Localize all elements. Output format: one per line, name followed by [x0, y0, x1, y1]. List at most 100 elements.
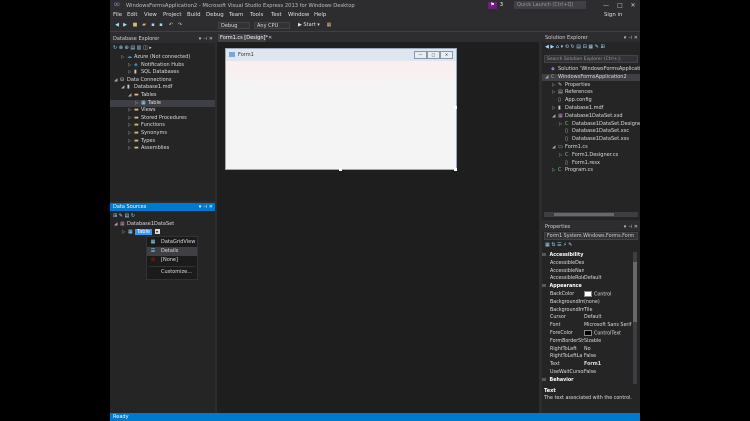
- notification-flag-icon[interactable]: ⚑: [488, 2, 497, 9]
- property-value[interactable]: False: [584, 354, 596, 359]
- solution-search-input[interactable]: Search Solution Explorer (Ctrl+;): [544, 55, 638, 63]
- database-tree-item[interactable]: ▷ ▬ Views: [110, 107, 215, 115]
- menu-item-none[interactable]: ⊘ [None]: [147, 256, 197, 265]
- toolbar-extra-icon[interactable]: ▦: [326, 22, 332, 28]
- solution-tree-item[interactable]: ◢ ▭ Form1.cs: [542, 144, 640, 152]
- save-all-icon[interactable]: ▪: [158, 22, 164, 28]
- menu-item-datagridview[interactable]: ▦ DataGridView: [147, 238, 197, 247]
- property-value[interactable]: ControlText: [594, 332, 621, 337]
- property-row[interactable]: FormBorderSty Sizable: [542, 338, 632, 346]
- property-value[interactable]: (none): [584, 300, 600, 305]
- scrollbar-thumb[interactable]: [633, 262, 637, 322]
- solution-tree-item[interactable]: ▯ Form1.resx: [542, 160, 640, 168]
- solution-tree-item[interactable]: ▷CDatabase1DataSet.Designer.cs: [542, 121, 640, 129]
- solution-tree-item[interactable]: ▷ ▮ Database1.mdf: [542, 105, 640, 113]
- panel-pin-close-icons[interactable]: ▾ ⊣ ✕: [624, 34, 638, 42]
- menu-test[interactable]: Test: [271, 11, 282, 20]
- start-button[interactable]: ▶ Start ▾: [296, 22, 322, 29]
- property-row[interactable]: RightToLeft No: [542, 346, 632, 354]
- dropdown-arrow-icon[interactable]: ▾: [154, 229, 160, 234]
- menu-project[interactable]: Project: [163, 11, 181, 20]
- property-value[interactable]: Control: [594, 293, 611, 298]
- property-row[interactable]: Font Microsoft Sans Serif: [542, 322, 632, 330]
- collapse-icon[interactable]: ⊟: [542, 253, 548, 258]
- data-sources-toolbar[interactable]: ⊞ ✎ ▤ ↻: [113, 213, 135, 220]
- database-tree-item[interactable]: ◢ ⛁ Data Connections: [110, 77, 215, 85]
- solution-tree-item[interactable]: ◢ C WindowsFormsApplication2: [542, 73, 640, 82]
- database-tree-item[interactable]: ▷ ▬ Stored Procedures: [110, 115, 215, 123]
- property-row[interactable]: BackgroundIm (none): [542, 299, 632, 307]
- menu-build[interactable]: Build: [187, 11, 201, 20]
- menu-help[interactable]: Help: [314, 11, 326, 20]
- quick-launch-input[interactable]: Quick Launch (Ctrl+Q): [514, 1, 586, 9]
- scrollbar-thumb[interactable]: [554, 213, 614, 216]
- menu-view[interactable]: View: [144, 11, 157, 20]
- database-tree-item[interactable]: ◢ ▬ Tables: [110, 92, 215, 100]
- solution-tree-item[interactable]: ▯ Database1DataSet.xsc: [542, 128, 640, 136]
- property-value[interactable]: Microsoft Sans Serif: [584, 323, 631, 328]
- solution-tree-item[interactable]: ▷ ✎ Properties: [542, 82, 640, 90]
- solution-tree-item[interactable]: ▯ App.config: [542, 97, 640, 105]
- tab-form1-design[interactable]: Form1.cs [Design]*: [218, 34, 268, 42]
- properties-scrollbar[interactable]: [633, 252, 637, 384]
- property-value[interactable]: No: [584, 347, 591, 352]
- property-row[interactable]: AccessibleDesc: [542, 260, 632, 268]
- save-icon[interactable]: ▪: [150, 22, 156, 28]
- panel-pin-close-icons[interactable]: ▾ ⊣ ✕: [199, 203, 213, 211]
- collapse-icon[interactable]: ⊟: [542, 284, 548, 289]
- property-row[interactable]: ForeColor ControlText: [542, 330, 632, 338]
- solution-tree-item[interactable]: ▷ ▤ References: [542, 89, 640, 97]
- property-row[interactable]: AccessibleName: [542, 268, 632, 276]
- property-row[interactable]: Text Form1: [542, 361, 632, 369]
- resize-handle-bottom[interactable]: [339, 168, 342, 171]
- property-category[interactable]: ⊟ Appearance: [542, 283, 632, 291]
- collapse-icon[interactable]: ⊟: [542, 378, 548, 383]
- property-row[interactable]: BackgroundIm Tile: [542, 307, 632, 315]
- maximize-button[interactable]: □: [614, 1, 626, 10]
- database-tree-item[interactable]: ▷ ☁ Azure (Not connected): [110, 54, 215, 62]
- form1-window[interactable]: Form1 — □ ✕: [225, 48, 457, 170]
- property-value[interactable]: Sizable: [584, 339, 601, 344]
- minimize-button[interactable]: —: [600, 1, 612, 10]
- forward-icon[interactable]: ▶: [122, 22, 128, 28]
- property-category[interactable]: ⊟ Accessibility: [542, 252, 632, 260]
- property-value[interactable]: False: [584, 370, 596, 375]
- menu-tools[interactable]: Tools: [250, 11, 263, 20]
- panel-pin-close-icons[interactable]: ▾ ⊣ ✕: [199, 35, 213, 43]
- menu-window[interactable]: Window: [288, 11, 309, 20]
- platform-dropdown[interactable]: Any CPU: [254, 22, 290, 29]
- menu-team[interactable]: Team: [229, 11, 243, 20]
- database-tree-item[interactable]: ▷ ▮ SQL Databases: [110, 69, 215, 77]
- database-tree-item[interactable]: ◢ ▮ Database1.mdf: [110, 84, 215, 92]
- property-value[interactable]: Tile: [584, 308, 592, 313]
- object-selector-dropdown[interactable]: Form1 System.Windows.Forms.Form: [544, 232, 638, 240]
- solution-tree-item[interactable]: ◆Solution 'WindowsFormsApplication2' (1 …: [542, 66, 640, 74]
- property-row[interactable]: UseWaitCursor False: [542, 369, 632, 377]
- redo-icon[interactable]: ↷: [177, 22, 183, 28]
- form1-client-area[interactable]: [226, 61, 456, 169]
- configuration-dropdown[interactable]: Debug: [218, 22, 250, 29]
- sign-in-link[interactable]: Sign in: [604, 11, 622, 20]
- solution-tree-item[interactable]: ▯ Database1DataSet.xss: [542, 136, 640, 144]
- property-row[interactable]: Cursor Default: [542, 314, 632, 322]
- menu-edit[interactable]: Edit: [127, 11, 137, 20]
- menu-item-details[interactable]: ☰ Details: [147, 247, 197, 256]
- menu-file[interactable]: File: [113, 11, 122, 20]
- property-row[interactable]: BackColor Control: [542, 291, 632, 299]
- property-category[interactable]: ⊟ Behavior: [542, 377, 632, 385]
- back-icon[interactable]: ◀: [114, 22, 120, 28]
- tab-close-icon[interactable]: ✕: [268, 34, 273, 42]
- horizontal-scrollbar[interactable]: [544, 212, 638, 217]
- database-tree-item[interactable]: ▷ ◈ Notification Hubs: [110, 62, 215, 70]
- close-window-button[interactable]: ✕: [627, 1, 639, 10]
- database-tree-item[interactable]: ▷ ▦ Table: [110, 99, 215, 108]
- solution-explorer-toolbar[interactable]: ◀ ▶ ⌂ ▾ ⟲ ↻ ▤ ⊟ ▦ ✎ ⊞: [545, 44, 605, 51]
- property-value[interactable]: Form1: [584, 362, 601, 367]
- open-file-icon[interactable]: ▰: [141, 22, 147, 28]
- database-tree-item[interactable]: ▷ ▬ Synonyms: [110, 130, 215, 138]
- properties-toolbar[interactable]: ▦ ⇅ ☰ ⚡ ✎: [545, 242, 572, 249]
- resize-handle-corner[interactable]: [454, 168, 457, 171]
- undo-icon[interactable]: ↶: [168, 22, 174, 28]
- property-row[interactable]: AccessibleRole Default: [542, 275, 632, 283]
- dataset-node[interactable]: ◢ ▦ Database1DataSet: [114, 221, 174, 229]
